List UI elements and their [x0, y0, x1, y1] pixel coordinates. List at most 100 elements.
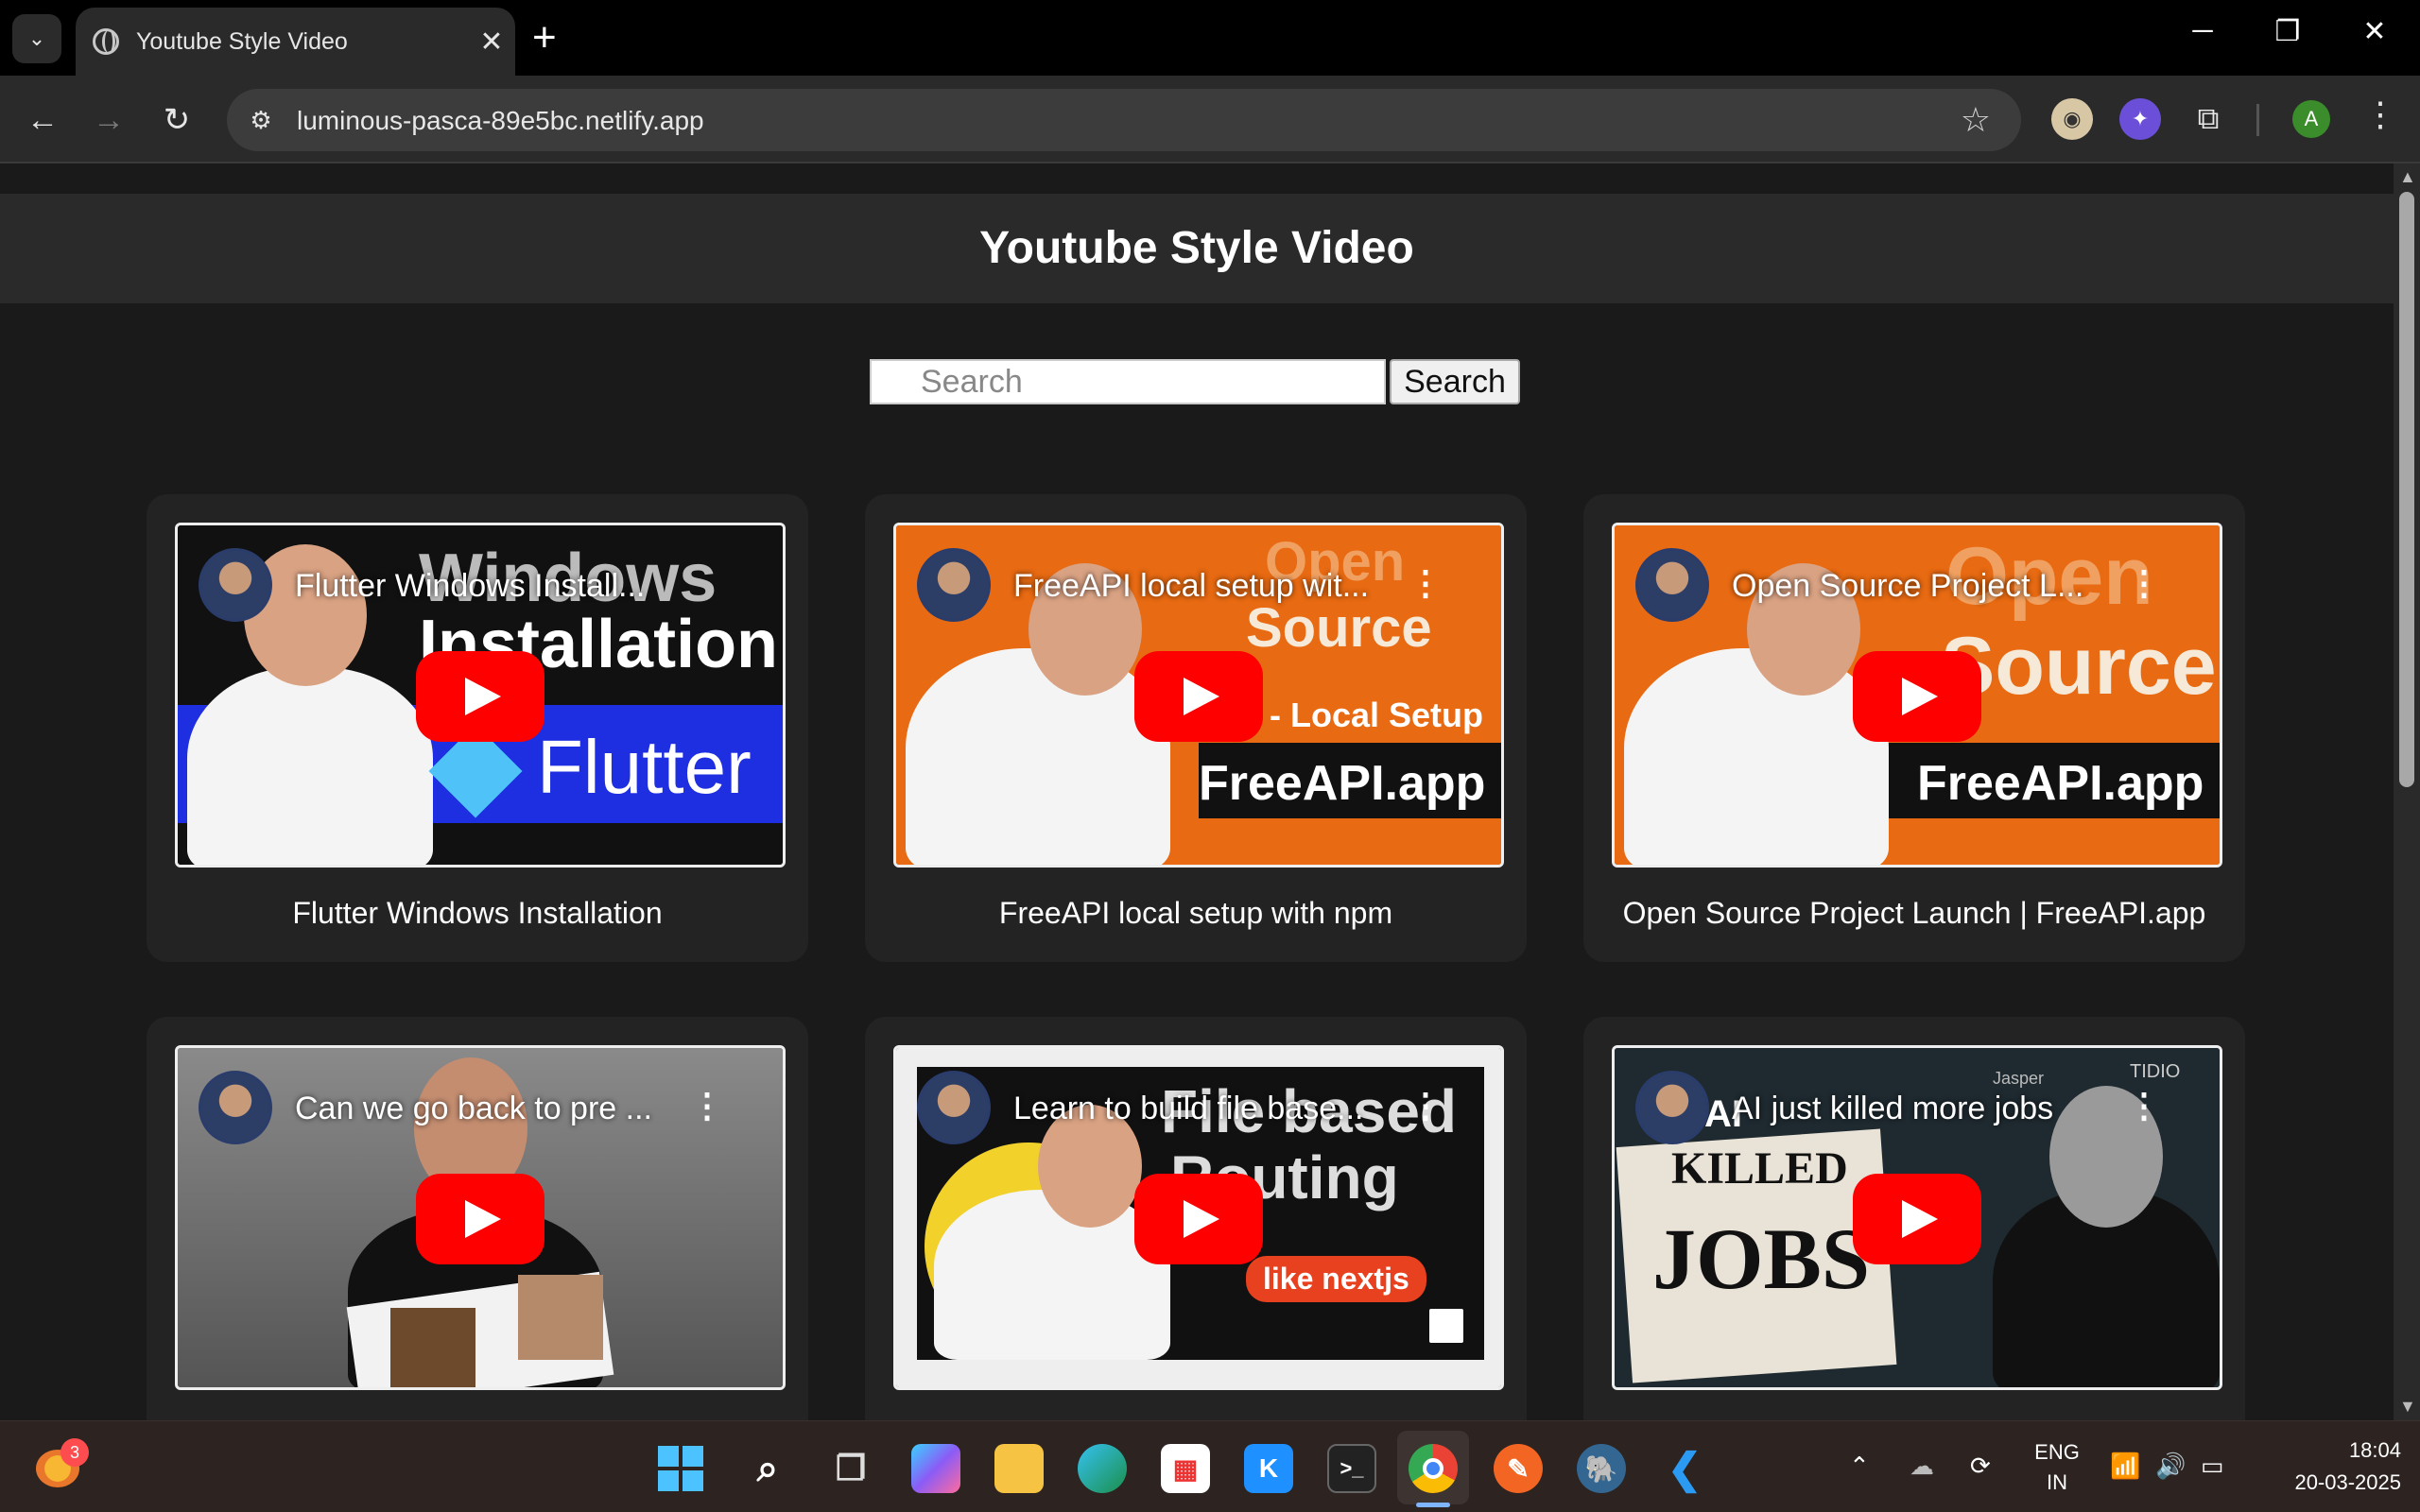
video-thumbnail[interactable]: Windows Installation Flutter Flutter Win… [175, 523, 786, 868]
channel-avatar [1635, 548, 1709, 622]
chrome-icon[interactable] [1409, 1444, 1458, 1493]
scroll-up-arrow-icon[interactable]: ▲ [2399, 167, 2416, 187]
video-card[interactable]: Open Source - Local Setup FreeAPI.app Fr… [865, 494, 1527, 962]
thumbnail-text: like nextjs [1246, 1256, 1426, 1302]
video-card[interactable]: Open Source FreeAPI.app Open Source Proj… [1583, 494, 2245, 962]
thumbnail-person [187, 667, 433, 865]
page-viewport: Youtube Style Video Search Windows Insta… [0, 163, 2394, 1420]
task-view-icon[interactable]: ❐ [826, 1444, 875, 1493]
clock-time[interactable]: 18:04 [2250, 1438, 2401, 1463]
url-text[interactable]: luminous-pasca-89e5bc.netlify.app [297, 106, 704, 136]
video-thumbnail[interactable]: AI KILLED JOBS TIDIO Jasper AI just kill… [1612, 1045, 2222, 1390]
minimize-icon[interactable]: ─ [2174, 15, 2231, 47]
channel-avatar [199, 548, 272, 622]
video-thumbnail[interactable]: Open Source FreeAPI.app Open Source Proj… [1612, 523, 2222, 868]
language-indicator-line1[interactable]: ENG [2029, 1440, 2085, 1465]
clock-date[interactable]: 20-03-2025 [2250, 1470, 2401, 1495]
thumbnail-text: Flutter [537, 725, 752, 809]
onedrive-icon[interactable]: ☁ [1910, 1452, 1934, 1481]
more-options-icon[interactable]: ⋮ [2127, 1086, 2161, 1125]
video-caption: FreeAPI local setup with npm [998, 896, 1393, 930]
video-thumbnail[interactable]: File based Routing like nextjs Learn to … [893, 1045, 1504, 1390]
profile-avatar[interactable]: A [2292, 100, 2330, 138]
video-overlay-title: Flutter Windows Install... [295, 568, 646, 604]
copilot-icon[interactable] [911, 1444, 960, 1493]
terminal-icon[interactable]: >_ [1327, 1444, 1376, 1493]
language-indicator-line2[interactable]: IN [2029, 1470, 2085, 1495]
search-icon[interactable]: ⌕ [743, 1444, 792, 1493]
toolbar-divider [2256, 104, 2259, 136]
browser-tab[interactable]: Youtube Style Video ✕ [76, 8, 515, 76]
browser-toolbar: ← → ↻ ⚙ luminous-pasca-89e5bc.netlify.ap… [0, 76, 2420, 163]
video-card[interactable]: Windows Installation Flutter Flutter Win… [147, 494, 808, 962]
video-card[interactable]: File based Routing like nextjs Learn to … [865, 1017, 1527, 1420]
extensions-puzzle-icon[interactable]: ⧉ [2187, 98, 2229, 140]
back-arrow-icon[interactable]: ← [19, 96, 66, 144]
scroll-down-arrow-icon[interactable]: ▼ [2399, 1397, 2416, 1417]
play-button-icon[interactable] [416, 1174, 544, 1264]
video-thumbnail[interactable]: Can we go back to pre ... ⋮ [175, 1045, 786, 1390]
edge-browser-icon[interactable] [1078, 1444, 1127, 1493]
tab-search-button[interactable]: ⌄ [12, 14, 61, 63]
new-tab-button[interactable]: + [532, 13, 557, 62]
battery-icon[interactable]: ▭ [2201, 1452, 2224, 1481]
postgresql-icon[interactable]: 🐘 [1577, 1444, 1626, 1493]
channel-avatar [199, 1071, 272, 1144]
browser-tab-bar: ⌄ Youtube Style Video ✕ + ─ ❐ ✕ [0, 0, 2420, 76]
video-caption: Flutter Windows Installation [292, 896, 663, 930]
play-button-icon[interactable] [1134, 1174, 1263, 1264]
more-options-icon[interactable]: ⋮ [2127, 563, 2161, 603]
start-windows-icon[interactable] [658, 1446, 703, 1491]
reload-icon[interactable]: ↻ [153, 96, 200, 144]
restore-icon[interactable]: ❐ [2259, 15, 2316, 48]
video-overlay-title: AI just killed more jobs [1732, 1091, 2054, 1126]
file-explorer-icon[interactable] [994, 1444, 1044, 1493]
postman-icon[interactable]: ✎ [1494, 1444, 1543, 1493]
extension-glasses-icon[interactable]: ◉ [2051, 98, 2093, 140]
thumbnail-text: - Local Setup [1270, 696, 1484, 734]
video-thumbnail[interactable]: Open Source - Local Setup FreeAPI.app Fr… [893, 523, 1504, 868]
thumbnail-text: Jasper [1993, 1069, 2045, 1088]
globe-icon [93, 28, 119, 55]
volume-icon[interactable]: 🔊 [2155, 1452, 2186, 1481]
wifi-icon[interactable]: 📶 [2110, 1452, 2140, 1481]
page-scrollbar[interactable]: ▲ ▼ [2394, 163, 2420, 1420]
vscode-icon[interactable]: ❮ [1660, 1444, 1709, 1493]
more-options-icon[interactable]: ⋮ [1409, 563, 1443, 603]
scrollbar-thumb[interactable] [2399, 192, 2414, 787]
thumbnail-text: FreeAPI.app [1199, 756, 1486, 811]
sync-icon[interactable]: ⟳ [1970, 1452, 1991, 1481]
microsoft-store-icon[interactable]: ▦ [1161, 1444, 1210, 1493]
channel-avatar [917, 548, 991, 622]
more-options-icon[interactable]: ⋮ [1409, 1086, 1443, 1125]
app-k-icon[interactable]: K [1244, 1444, 1293, 1493]
video-card[interactable]: AI KILLED JOBS TIDIO Jasper AI just kill… [1583, 1017, 2245, 1420]
forward-arrow-icon[interactable]: → [85, 96, 132, 144]
channel-avatar [917, 1071, 991, 1144]
more-options-icon[interactable]: ⋮ [690, 1086, 724, 1125]
search-input[interactable] [870, 359, 1386, 404]
video-overlay-title: FreeAPI local setup wit... [1013, 568, 1370, 604]
play-button-icon[interactable] [1853, 651, 1981, 742]
notification-badge: 3 [60, 1438, 89, 1467]
thumbnail-text: Source [1246, 597, 1432, 659]
play-button-icon[interactable] [416, 651, 544, 742]
channel-avatar [1635, 1071, 1709, 1144]
show-hidden-icons-chevron[interactable]: ⌃ [1849, 1452, 1870, 1481]
play-button-icon[interactable] [1853, 1174, 1981, 1264]
chevron-down-icon: ⌄ [27, 26, 46, 50]
play-button-icon[interactable] [1134, 651, 1263, 742]
video-card[interactable]: Can we go back to pre ... ⋮ [147, 1017, 808, 1420]
close-window-icon[interactable]: ✕ [2346, 15, 2403, 48]
browser-menu-icon[interactable]: ⋮ [2363, 94, 2397, 134]
address-bar[interactable]: ⚙ luminous-pasca-89e5bc.netlify.app ☆ [227, 89, 2021, 151]
thumbnail-text: JOBS [1652, 1211, 1871, 1307]
thumbnail-portrait-photo [518, 1275, 603, 1360]
extension-ghost-icon[interactable]: ✦ [2119, 98, 2161, 140]
close-tab-icon[interactable]: ✕ [468, 26, 515, 59]
video-caption: Open Source Project Launch | FreeAPI.app [1622, 896, 2206, 930]
site-info-icon[interactable]: ⚙ [244, 103, 278, 137]
bookmark-star-icon[interactable]: ☆ [1961, 100, 1991, 140]
search-button[interactable]: Search [1390, 359, 1520, 404]
thumbnail-person [906, 648, 1170, 865]
